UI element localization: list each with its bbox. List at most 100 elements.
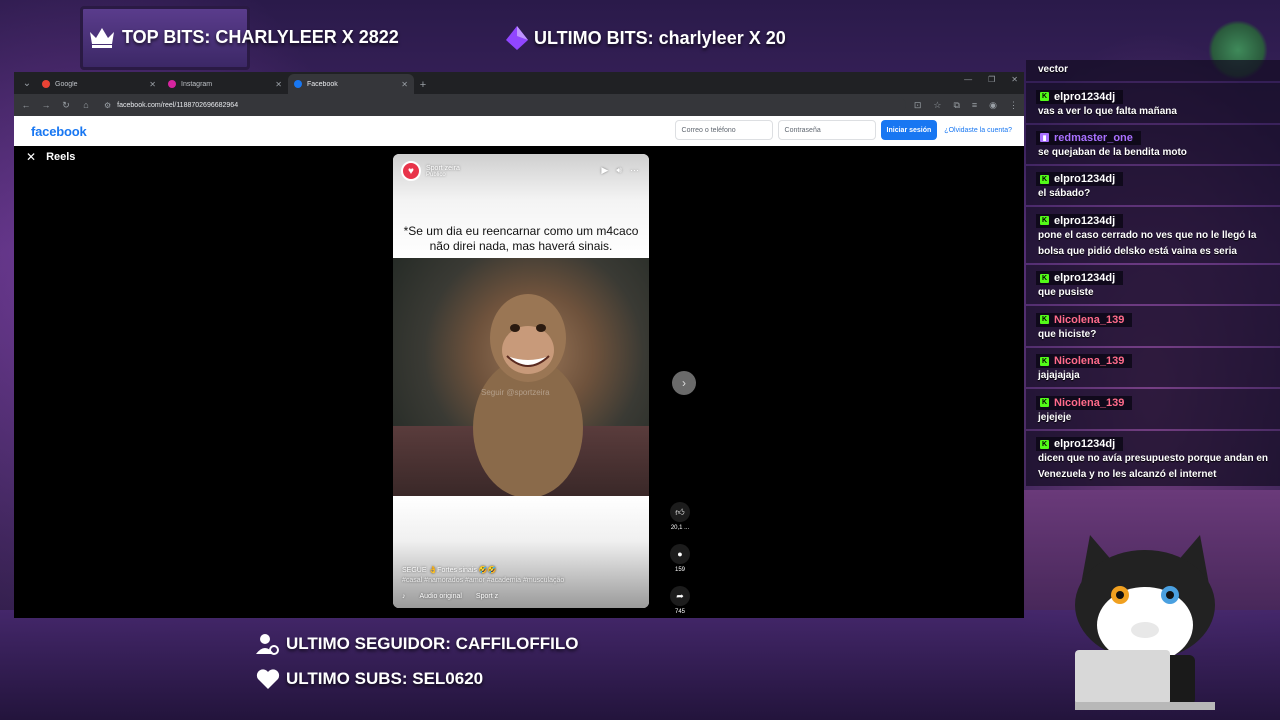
extensions-icon[interactable]: ⧉ bbox=[953, 100, 959, 111]
google-favicon-icon bbox=[42, 80, 50, 88]
window-controls: — ❐ ✕ bbox=[964, 75, 1018, 84]
install-app-icon[interactable]: ⊡ bbox=[914, 100, 922, 111]
email-field[interactable]: Correo o teléfono bbox=[674, 120, 773, 140]
crown-icon bbox=[88, 26, 116, 48]
close-window-icon[interactable]: ✕ bbox=[1011, 75, 1018, 84]
reel-caption-panel: ♥ Sport zeira Público ▶ 🔊︎ ⋯ *Se um dia … bbox=[393, 154, 649, 258]
chat-username-text: elpro1234dj bbox=[1054, 90, 1116, 103]
share-icon[interactable]: ➦ bbox=[670, 586, 690, 606]
last-subs-text: ULTIMO SUBS: SEL0620 bbox=[286, 669, 484, 688]
audio-label: Audio original bbox=[419, 593, 462, 600]
bits-gem-icon bbox=[506, 26, 528, 50]
minimize-icon[interactable]: — bbox=[964, 75, 972, 84]
forward-arrow-icon[interactable]: → bbox=[40, 100, 52, 110]
reel-privacy: Público bbox=[426, 171, 446, 178]
top-bits-overlay: TOP BITS: CHARLYLEER X 2822 bbox=[88, 26, 399, 48]
kick-badge-icon: K bbox=[1040, 216, 1049, 225]
comment-icon[interactable]: ● bbox=[670, 544, 690, 564]
like-count: 20,1 ... bbox=[670, 525, 690, 531]
chat-username: Kelpro1234dj bbox=[1036, 213, 1124, 228]
last-bits-text: ULTIMO BITS: charlyleer X 20 bbox=[534, 27, 786, 48]
reel-author-name: Sport zeira bbox=[426, 164, 460, 172]
chat-message-text: jejejeje bbox=[1038, 411, 1072, 423]
reel-video-card[interactable]: ♥ Sport zeira Público ▶ 🔊︎ ⋯ *Se um dia … bbox=[393, 154, 649, 608]
tab-google[interactable]: Google ✕ bbox=[36, 74, 162, 94]
reels-header: ✕ Reels bbox=[26, 150, 75, 164]
reel-audio[interactable]: ♪ Audio original Sport z bbox=[402, 593, 498, 600]
monkey-image bbox=[473, 294, 583, 496]
close-icon[interactable]: ✕ bbox=[275, 80, 282, 89]
audio-icon: ♪ bbox=[402, 593, 406, 600]
user-icon bbox=[256, 632, 280, 656]
close-icon[interactable]: ✕ bbox=[26, 150, 36, 164]
site-info-icon[interactable]: ⚙ bbox=[104, 101, 111, 110]
chat-message-text: que hiciste? bbox=[1038, 328, 1097, 340]
chat-message: K Nicolena_139 jejejeje bbox=[1026, 389, 1280, 429]
tab-instagram[interactable]: Instagram ✕ bbox=[162, 74, 288, 94]
chat-username-text: Nicolena_139 bbox=[1054, 313, 1125, 326]
kick-badge-icon: K bbox=[1040, 439, 1049, 449]
tab-label: Google bbox=[55, 80, 78, 88]
chat-username: Kelpro1234dj bbox=[1036, 172, 1124, 186]
chat-message-text: dicen que no avía presupuesto porque and… bbox=[1038, 453, 1269, 480]
chat-message: ▮ redmaster_one se quejaban de la bendita… bbox=[1026, 124, 1280, 164]
back-arrow-icon[interactable]: ← bbox=[20, 100, 32, 110]
close-icon[interactable]: ✕ bbox=[401, 80, 408, 89]
new-tab-button[interactable]: + bbox=[414, 79, 432, 91]
reel-hashtags[interactable]: #casal #namorados #amor #academia #muscu… bbox=[402, 577, 564, 584]
tab-search-button[interactable]: ⌄ bbox=[18, 74, 36, 92]
chat-message-text: que pusiste bbox=[1038, 287, 1094, 298]
login-button[interactable]: Iniciar sesión bbox=[880, 120, 938, 140]
instagram-favicon-icon bbox=[168, 80, 176, 88]
heart-avatar-icon: ♥ bbox=[401, 161, 421, 181]
facebook-favicon-icon bbox=[294, 80, 302, 88]
reel-caption-line1: *Se um dia eu reencarnar como um m4caco bbox=[403, 224, 639, 238]
chat-username-text: Nicolena_139 bbox=[1054, 355, 1125, 367]
reel-video-frame[interactable]: Seguir @sportzeira bbox=[393, 258, 649, 496]
chat-message-text: vector bbox=[1038, 64, 1069, 75]
facebook-logo[interactable]: facebook bbox=[31, 124, 87, 139]
chat-message: Kelpro1234dj que pusiste bbox=[1026, 264, 1280, 304]
reel-caption-line2: não direi nada, mas haverá sinais. bbox=[429, 239, 613, 253]
kick-badge-icon: K bbox=[1040, 398, 1049, 407]
chat-message: Kelpro1234dj pone el caso cerrado no ves… bbox=[1026, 207, 1280, 263]
chat-username: Kelpro1234dj bbox=[1036, 89, 1124, 104]
chat-message: Kelpro1234dj dicen que no avía presupues… bbox=[1026, 430, 1280, 486]
close-icon[interactable]: ✕ bbox=[149, 80, 156, 89]
forgot-account-link[interactable]: ¿Olvidaste la cuenta? bbox=[944, 127, 1012, 134]
next-reel-button[interactable]: › bbox=[672, 371, 696, 395]
home-icon[interactable]: ⌂ bbox=[80, 100, 92, 110]
audio-author: Sport z bbox=[475, 593, 499, 600]
tab-facebook[interactable]: Facebook ✕ bbox=[288, 74, 414, 94]
stream-chat: vector Kelpro1234dj vas a ver lo que fal… bbox=[1026, 60, 1280, 500]
tab-label: Instagram bbox=[181, 80, 213, 88]
facebook-header: facebook Correo o teléfono Contraseña In… bbox=[14, 116, 1024, 146]
chat-username-text: elpro1234dj bbox=[1054, 438, 1116, 450]
volume-icon[interactable]: 🔊︎ bbox=[616, 165, 622, 176]
chat-message: K Nicolena_139 jajajajaja bbox=[1026, 347, 1280, 387]
chat-username: Kelpro1234dj bbox=[1036, 271, 1124, 285]
url-field[interactable]: ⚙ facebook.com/reel/1188702696682964 bbox=[100, 97, 906, 113]
play-icon[interactable]: ▶ bbox=[601, 165, 608, 176]
more-options-icon[interactable]: ⋯ bbox=[630, 165, 639, 176]
chat-username: K Nicolena_139 bbox=[1036, 312, 1133, 327]
kick-badge-icon: K bbox=[1040, 174, 1049, 184]
twitch-badge-icon: ▮ bbox=[1040, 133, 1049, 142]
heart-icon bbox=[256, 668, 280, 690]
like-icon[interactable]: 👍︎ bbox=[670, 502, 690, 522]
password-field[interactable]: Contraseña bbox=[777, 120, 876, 140]
last-subs-overlay: ULTIMO SUBS: SEL0620 bbox=[256, 668, 483, 690]
reload-icon[interactable]: ↻ bbox=[60, 100, 72, 111]
tab-bar: ⌄ Google ✕ Instagram ✕ Facebook ✕ + — ❐ … bbox=[14, 72, 1024, 94]
kick-badge-icon: K bbox=[1040, 315, 1049, 324]
reel-author[interactable]: ♥ Sport zeira Público bbox=[401, 161, 460, 181]
media-icon[interactable]: ≡ bbox=[972, 100, 977, 111]
reels-area: ✕ Reels ♥ Sport zeira Público ▶ 🔊︎ ⋯ *Se… bbox=[14, 146, 1024, 618]
profile-icon[interactable]: ◉ bbox=[989, 100, 997, 111]
chat-username-text: elpro1234dj bbox=[1054, 173, 1116, 185]
chat-username-text: elpro1234dj bbox=[1054, 272, 1116, 284]
chat-message-text: pone el caso cerrado no ves que no le ll… bbox=[1038, 229, 1257, 257]
bookmark-star-icon[interactable]: ☆ bbox=[933, 100, 941, 111]
maximize-icon[interactable]: ❐ bbox=[988, 75, 995, 84]
menu-icon[interactable]: ⋮ bbox=[1009, 100, 1018, 111]
